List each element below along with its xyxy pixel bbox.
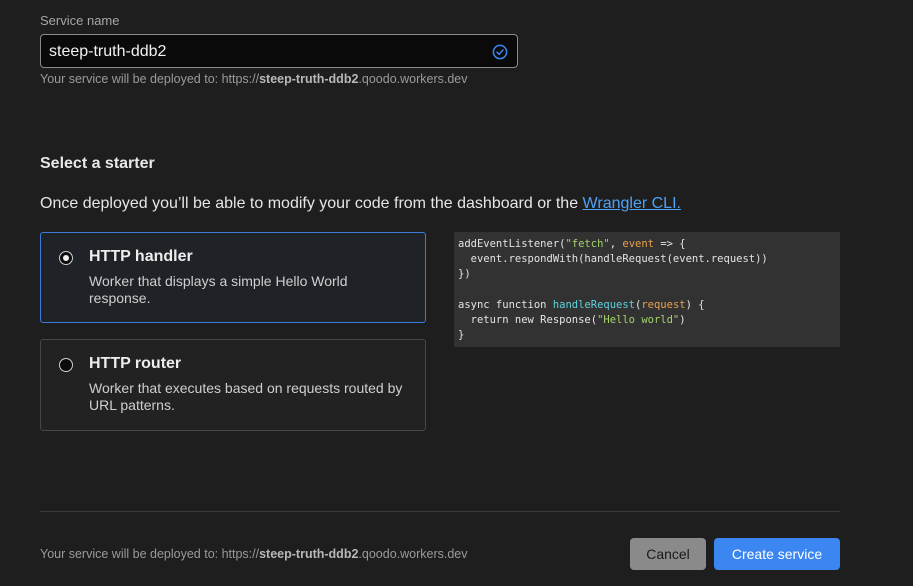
- starter-option-http-router[interactable]: HTTP router Worker that executes based o…: [40, 339, 426, 431]
- radio-button[interactable]: [59, 358, 73, 372]
- deploy-url-suffix: .qoodo.workers.dev: [358, 72, 468, 86]
- footer-deploy-prefix: Your service will be deployed to: https:…: [40, 547, 260, 561]
- check-circle-icon: [492, 44, 508, 60]
- wrangler-cli-link[interactable]: Wrangler CLI.: [583, 195, 681, 212]
- footer-deploy-url-hint: Your service will be deployed to: https:…: [40, 547, 468, 561]
- create-service-button[interactable]: Create service: [714, 538, 840, 570]
- deploy-url-hint: Your service will be deployed to: https:…: [40, 72, 468, 86]
- code-line: return new Response("Hello world"): [458, 314, 686, 327]
- service-name-input[interactable]: steep-truth-ddb2: [40, 34, 518, 68]
- deploy-url-name: steep-truth-ddb2: [259, 72, 359, 86]
- code-preview: addEventListener("fetch", event => { eve…: [454, 232, 840, 347]
- select-starter-heading: Select a starter: [40, 155, 155, 172]
- service-name-value[interactable]: steep-truth-ddb2: [49, 43, 166, 61]
- starter-option-title: HTTP router: [89, 355, 182, 372]
- starter-option-description: Worker that displays a simple Hello Worl…: [89, 273, 348, 306]
- service-name-label: Service name: [40, 13, 120, 28]
- code-line: addEventListener("fetch", event => {: [458, 238, 686, 250]
- radio-button-selected[interactable]: [59, 251, 73, 265]
- code-line: }): [458, 268, 471, 281]
- footer-divider: [40, 511, 840, 512]
- code-line: async function handleRequest(request) {: [458, 298, 705, 311]
- starter-option-http-handler[interactable]: HTTP handler Worker that displays a simp…: [40, 232, 426, 323]
- cancel-button[interactable]: Cancel: [630, 538, 706, 570]
- starter-intro-text: Once deployed you’ll be able to modify y…: [40, 195, 681, 213]
- code-line: event.respondWith(handleRequest(event.re…: [458, 253, 768, 266]
- intro-text: Once deployed you’ll be able to modify y…: [40, 195, 583, 212]
- footer-deploy-suffix: .qoodo.workers.dev: [358, 547, 468, 561]
- footer-deploy-name: steep-truth-ddb2: [259, 547, 359, 561]
- create-service-page: Service name steep-truth-ddb2 Your servi…: [0, 0, 913, 586]
- starter-option-description: Worker that executes based on requests r…: [89, 380, 403, 413]
- deploy-url-prefix: Your service will be deployed to: https:…: [40, 72, 260, 86]
- code-line: }: [458, 329, 465, 342]
- starter-option-title: HTTP handler: [89, 248, 193, 265]
